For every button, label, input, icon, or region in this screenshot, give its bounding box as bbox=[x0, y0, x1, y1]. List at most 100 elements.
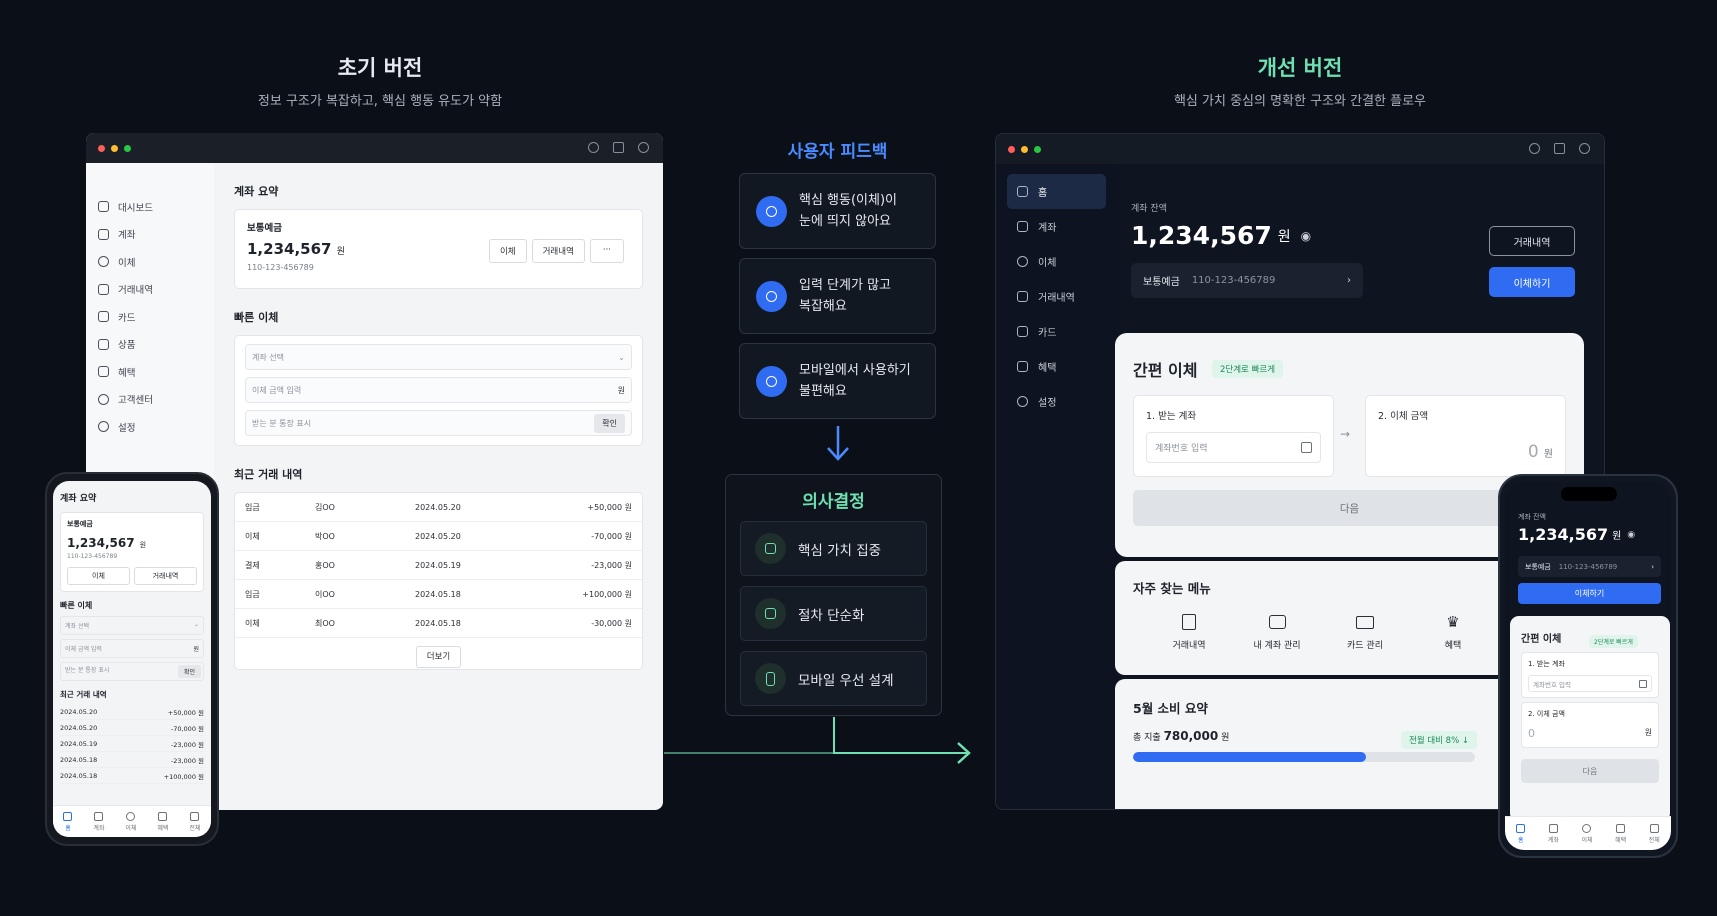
search-icon[interactable] bbox=[588, 142, 599, 153]
feedback-line: 불편해요 bbox=[799, 384, 847, 399]
mobile-history-button[interactable]: 거래내역 bbox=[134, 567, 197, 585]
account-selector[interactable]: 보통예금 110-123-456789 › bbox=[1131, 263, 1363, 298]
sidebar-item-benefit[interactable]: 혜택 bbox=[1007, 349, 1106, 384]
tab-transfer[interactable]: 이체 bbox=[125, 811, 136, 832]
mobile-amount-input[interactable]: 0원 bbox=[1528, 727, 1652, 740]
mobile-balance: 1,234,567 bbox=[1518, 525, 1609, 544]
list-item[interactable]: 2024.05.19 -23,000 원 bbox=[60, 736, 204, 752]
list-item[interactable]: 2024.05.18 -23,000 원 bbox=[60, 752, 204, 768]
sidebar-item-history[interactable]: 거래내역 bbox=[86, 276, 214, 304]
cell-amount: -23,000 원 bbox=[170, 756, 204, 765]
sidebar-item-home[interactable]: 홈 bbox=[1007, 174, 1106, 209]
account-number-input[interactable]: 계좌번호 입력 bbox=[1146, 432, 1321, 463]
cell-name: 박OO bbox=[315, 531, 335, 541]
mobile-account-select[interactable]: 계좌 선택 ⌄ bbox=[60, 616, 204, 635]
list-item[interactable]: 2024.05.18 +100,000 원 bbox=[60, 768, 204, 784]
tab-home[interactable]: 홈 bbox=[1516, 823, 1526, 844]
balance-amount: 1,234,567 bbox=[1131, 221, 1272, 250]
table-row[interactable]: 이체 박OO 2024.05.20 -70,000 원 bbox=[235, 522, 642, 551]
maximize-dot[interactable] bbox=[1034, 145, 1041, 153]
tab-benefit[interactable]: 혜택 bbox=[157, 811, 168, 832]
mobile-amount-input[interactable]: 이체 금액 입력 원 bbox=[60, 639, 204, 658]
mobile-quick-heading: 빠른 이체 bbox=[60, 601, 93, 610]
more-history-button[interactable]: 더보기 bbox=[415, 646, 462, 668]
feedback-title: 사용자 피드백 bbox=[787, 142, 888, 162]
sidebar-item-transfer[interactable]: 이체 bbox=[86, 248, 214, 276]
contacts-icon[interactable] bbox=[1639, 679, 1647, 688]
mobile-transfer-button[interactable]: 이체하기 bbox=[1518, 583, 1661, 604]
sidebar-item-settings[interactable]: 설정 bbox=[1007, 384, 1106, 419]
contacts-icon[interactable] bbox=[1301, 442, 1312, 453]
confirm-button[interactable]: 확인 bbox=[594, 413, 625, 433]
spending-badge: 전월 대비 8% ↓ bbox=[1401, 731, 1477, 749]
amount-input[interactable]: 이체 금액 입력 원 bbox=[245, 377, 632, 403]
tab-account[interactable]: 계좌 bbox=[1548, 823, 1559, 844]
eye-icon[interactable]: ◉ bbox=[1627, 530, 1635, 540]
mobile-account-name: 보통예금 bbox=[1525, 562, 1551, 571]
mobile-transfer-button[interactable]: 이체 bbox=[67, 567, 130, 585]
tab-all[interactable]: 전체 bbox=[1649, 823, 1660, 844]
transfer-icon bbox=[1017, 256, 1028, 267]
sidebar-item-account[interactable]: 계좌 bbox=[86, 221, 214, 249]
history-button[interactable]: 거래내역 bbox=[1489, 226, 1575, 256]
sidebar-item-transfer[interactable]: 이체 bbox=[1007, 244, 1106, 279]
table-row[interactable]: 입금 김OO 2024.05.20 +50,000 원 bbox=[235, 493, 642, 522]
tab-account[interactable]: 계좌 bbox=[93, 811, 104, 832]
sidebar-item-benefit[interactable]: 혜택 bbox=[86, 358, 214, 386]
mobile-memo-input[interactable]: 받는 분 통장 표시 확인 bbox=[60, 662, 204, 681]
feedback-line: 모바일에서 사용하기 bbox=[799, 363, 911, 378]
close-dot[interactable] bbox=[1008, 145, 1015, 153]
sidebar-item-account[interactable]: 계좌 bbox=[1007, 209, 1106, 244]
tab-benefit[interactable]: 혜택 bbox=[1615, 823, 1626, 844]
minimize-dot[interactable] bbox=[1021, 145, 1028, 153]
sidebar-item-product[interactable]: 상품 bbox=[86, 331, 214, 359]
maximize-dot[interactable] bbox=[124, 144, 131, 152]
list-item[interactable]: 2024.05.20 +50,000 원 bbox=[60, 704, 204, 720]
mobile-account-selector[interactable]: 보통예금 110-123-456789 › bbox=[1518, 556, 1661, 577]
menu-icon bbox=[190, 811, 200, 821]
tab-home[interactable]: 홈 bbox=[63, 811, 73, 832]
close-dot[interactable] bbox=[98, 144, 105, 152]
share-icon[interactable] bbox=[613, 142, 624, 153]
mobile-confirm-button[interactable]: 확인 bbox=[177, 665, 201, 678]
sidebar-item-dashboard[interactable]: 대시보드 bbox=[86, 193, 214, 221]
memo-input[interactable]: 받는 분 통장 표시 확인 bbox=[245, 410, 632, 436]
transfer-button[interactable]: 이체하기 bbox=[1489, 267, 1575, 297]
list-item[interactable]: 2024.05.20 -70,000 원 bbox=[60, 720, 204, 736]
table-row[interactable]: 이체 최OO 2024.05.18 -30,000 원 bbox=[235, 609, 642, 638]
sidebar-item-settings[interactable]: 설정 bbox=[86, 413, 214, 441]
menu-benefit[interactable]: ♛ 혜택 bbox=[1409, 614, 1497, 651]
search-icon[interactable] bbox=[1529, 143, 1540, 154]
mobile-account-input[interactable]: 계좌번호 입력 bbox=[1528, 675, 1652, 692]
spending-progress-fill bbox=[1133, 752, 1366, 762]
balance-label: 계좌 잔액 bbox=[1131, 204, 1167, 214]
mobile-next-button[interactable]: 다음 bbox=[1521, 759, 1659, 783]
feedback-item: 모바일에서 사용하기불편해요 bbox=[739, 343, 936, 419]
settings-icon[interactable] bbox=[638, 142, 649, 153]
transfer-icon bbox=[1582, 823, 1592, 833]
sidebar-item-card[interactable]: 카드 bbox=[1007, 314, 1106, 349]
before-subtitle: 정보 구조가 복잡하고, 핵심 행동 유도가 약함 bbox=[257, 94, 503, 109]
account-select[interactable]: 계좌 선택 ⌄ bbox=[245, 344, 632, 370]
menu-my-account[interactable]: 내 계좌 관리 bbox=[1233, 614, 1321, 651]
menu-history[interactable]: 거래내역 bbox=[1145, 614, 1233, 651]
tab-transfer[interactable]: 이체 bbox=[1581, 823, 1593, 844]
more-button[interactable]: ··· bbox=[589, 239, 624, 263]
cell-amount: -23,000 원 bbox=[591, 560, 632, 570]
table-row[interactable]: 결제 홍OO 2024.05.19 -23,000 원 bbox=[235, 551, 642, 580]
before-title: 초기 버전 bbox=[337, 56, 423, 80]
sidebar-item-card[interactable]: 카드 bbox=[86, 303, 214, 331]
minimize-dot[interactable] bbox=[111, 144, 118, 152]
menu-card[interactable]: 카드 관리 bbox=[1321, 614, 1409, 651]
tab-all[interactable]: 전체 bbox=[189, 811, 200, 832]
amount-input[interactable]: 0 원 bbox=[1528, 442, 1553, 462]
sidebar-item-history[interactable]: 거래내역 bbox=[1007, 279, 1106, 314]
sidebar-item-support[interactable]: 고객센터 bbox=[86, 386, 214, 414]
settings-icon[interactable] bbox=[1579, 143, 1590, 154]
share-icon[interactable] bbox=[1554, 143, 1565, 154]
history-button[interactable]: 거래내역 bbox=[531, 239, 585, 263]
table-row[interactable]: 입금 이OO 2024.05.18 +100,000 원 bbox=[235, 580, 642, 609]
step2-box: 2. 이체 금액 0 원 bbox=[1365, 395, 1566, 477]
transfer-button[interactable]: 이체 bbox=[488, 239, 527, 263]
eye-icon[interactable]: ◉ bbox=[1301, 229, 1311, 243]
